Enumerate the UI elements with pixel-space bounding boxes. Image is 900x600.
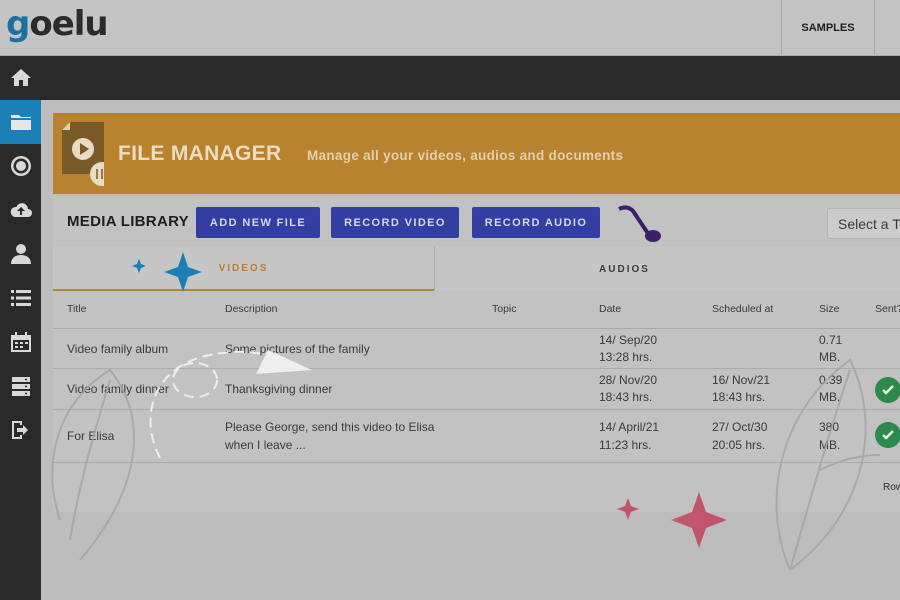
tab-audios[interactable]: AUDIOS	[434, 247, 814, 291]
logo-text: oelu	[29, 4, 108, 44]
sidebar-item-files[interactable]	[0, 100, 41, 144]
row-size: 0.71	[819, 333, 843, 347]
row-size-unit: MB.	[819, 390, 841, 404]
logo-g: g	[6, 4, 30, 44]
media-library-title: MEDIA LIBRARY	[67, 213, 189, 230]
row-scheduled-time: 20:05 hrs.	[712, 438, 766, 452]
sidebar-item-logout[interactable]	[0, 408, 41, 452]
row-size-unit: MB.	[819, 350, 841, 364]
row-scheduled-time: 18:43 hrs.	[712, 390, 766, 404]
row-description: Some pictures of the family	[225, 342, 370, 356]
sidebar-item-storage[interactable]	[0, 364, 41, 408]
page-subtitle: Manage all your videos, audios and docum…	[307, 148, 624, 163]
row-scheduled-date: 27/ Oct/30	[712, 420, 768, 434]
goelu-logo[interactable]: goelu	[6, 4, 109, 44]
sidebar-item-user[interactable]	[0, 232, 41, 276]
table-row[interactable]	[53, 330, 900, 369]
column-header-date[interactable]: Date	[599, 303, 621, 315]
calendar-icon	[10, 332, 31, 352]
row-date: 28/ Nov/20	[599, 373, 658, 387]
music-note-icon	[618, 205, 661, 242]
row-date: 14/ April/21	[599, 420, 660, 434]
sidebar-item-home[interactable]	[0, 56, 41, 100]
row-description: Please George, send this video to Elisa	[225, 420, 435, 434]
folder-icon	[10, 115, 31, 130]
logout-icon	[11, 421, 28, 439]
row-size: 380	[819, 420, 840, 434]
list-icon	[10, 290, 31, 306]
row-time: 13:28 hrs.	[599, 350, 653, 364]
top-bar: goelu SAMPLES T	[0, 0, 900, 56]
sidebar	[0, 56, 41, 600]
row-time: 11:23 hrs.	[599, 438, 652, 452]
row-scheduled-date: 16/ Nov/21	[712, 373, 771, 387]
table-row[interactable]	[53, 410, 900, 463]
sidebar-item-upload[interactable]	[0, 188, 41, 232]
rows-per-page-label: Row	[883, 482, 900, 493]
cloud-upload-icon	[10, 203, 32, 217]
page-title: FILE MANAGER	[118, 142, 282, 165]
row-description: Thanksgiving dinner	[225, 382, 333, 396]
row-size-unit: MB.	[819, 438, 841, 452]
column-header-size[interactable]: Size	[819, 303, 839, 315]
sent-check-icon	[875, 422, 900, 448]
nav-samples[interactable]: SAMPLES	[781, 0, 874, 55]
topic-select[interactable]: Select a To	[827, 208, 900, 239]
nav-next-item[interactable]: T	[874, 0, 900, 55]
sidebar-item-calendar[interactable]	[0, 320, 41, 364]
user-icon	[10, 244, 31, 264]
server-icon	[11, 377, 30, 396]
column-header-topic[interactable]: Topic	[492, 303, 517, 315]
row-size: 0.39	[819, 373, 843, 387]
record-icon	[10, 156, 31, 176]
toolbar-band	[41, 56, 900, 100]
media-file-icon	[62, 122, 104, 186]
record-video-button[interactable]: RECORD VIDEO	[331, 207, 459, 238]
sidebar-item-list[interactable]	[0, 276, 41, 320]
column-header-title[interactable]: Title	[67, 303, 86, 315]
row-description-cont: when I leave ...	[225, 438, 306, 452]
sidebar-item-record[interactable]	[0, 144, 41, 188]
row-time: 18:43 hrs.	[599, 390, 653, 404]
sent-check-icon	[875, 377, 900, 403]
row-date: 14/ Sep/20	[599, 333, 658, 347]
column-header-description[interactable]: Description	[225, 303, 278, 315]
record-audio-button[interactable]: RECORD AUDIO	[472, 207, 600, 238]
row-title: Video family dinner	[67, 382, 169, 396]
column-header-scheduled[interactable]: Scheduled at	[712, 303, 773, 315]
home-icon	[10, 69, 31, 86]
row-title: For Elisa	[67, 429, 115, 443]
column-header-sent[interactable]: Sent?	[875, 303, 900, 315]
add-new-file-button[interactable]: ADD NEW FILE	[196, 207, 320, 238]
table-row[interactable]	[53, 369, 900, 410]
tab-videos[interactable]: VIDEOS	[53, 247, 434, 291]
row-title: Video family album	[67, 342, 169, 356]
